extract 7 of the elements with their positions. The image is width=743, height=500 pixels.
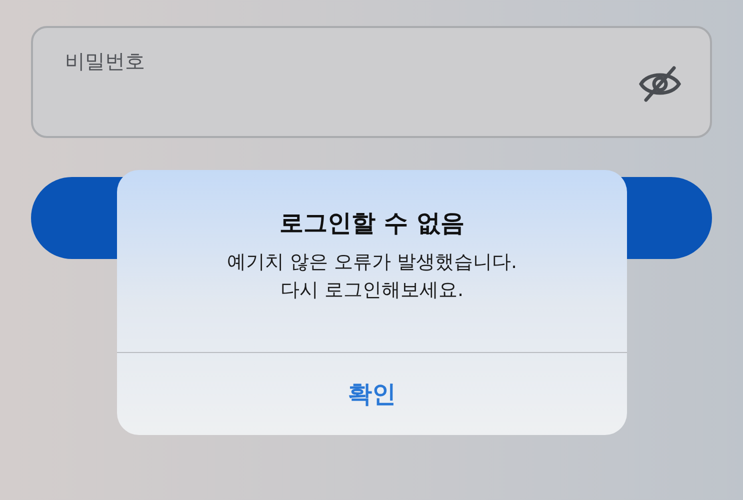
password-field[interactable]: 비밀번호 [31, 26, 712, 138]
field-label: 비밀번호 [65, 48, 145, 75]
eye-slash-icon[interactable] [638, 64, 682, 104]
confirm-button[interactable]: 확인 [117, 353, 627, 435]
alert-message: 예기치 않은 오류가 발생했습니다. [226, 250, 518, 275]
alert-message: 다시 로그인해보세요. [280, 278, 464, 303]
alert-title: 로그인할 수 없음 [280, 208, 464, 239]
